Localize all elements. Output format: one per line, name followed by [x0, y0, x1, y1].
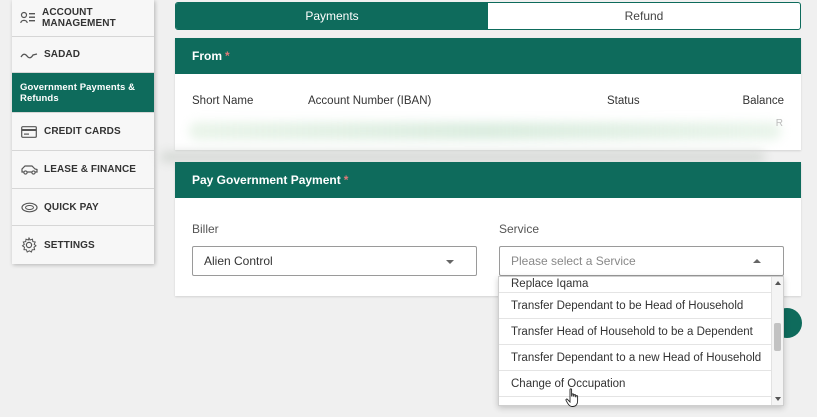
tab-refund[interactable]: Refund	[488, 3, 800, 29]
service-label: Service	[499, 222, 540, 236]
dropdown-scrollbar[interactable]	[771, 277, 783, 405]
credit-card-icon	[20, 125, 38, 139]
payment-type-tabs: Payments Refund	[175, 2, 801, 30]
from-title: From	[192, 49, 222, 63]
account-management-icon	[20, 11, 36, 25]
sidebar-item-credit-cards[interactable]: CREDIT CARDS	[12, 113, 154, 151]
blurred-balance-suffix: R	[775, 118, 783, 129]
sidebar-item-lease-finance[interactable]: LEASE & FINANCE	[12, 151, 154, 189]
sidebar-item-sadad[interactable]: SADAD	[12, 37, 154, 73]
column-balance: Balance	[742, 95, 784, 107]
from-panel-header: From *	[175, 38, 801, 74]
sidebar-item-label: LEASE & FINANCE	[44, 164, 137, 175]
pay-panel-header: Pay Government Payment *	[175, 162, 801, 198]
hand-pointer-cursor-icon	[565, 388, 579, 407]
column-short-name: Short Name	[192, 95, 254, 107]
from-panel: From * Short Name Account Number (IBAN) S…	[175, 38, 801, 150]
required-mark: *	[225, 49, 230, 63]
service-option[interactable]: Replace Iqama	[499, 277, 783, 293]
blurred-overlay	[160, 152, 765, 162]
sidebar-item-label: QUICK PAY	[44, 201, 99, 213]
chevron-down-icon	[446, 260, 454, 264]
sidebar-item-quick-pay[interactable]: QUICK PAY	[12, 189, 154, 226]
sidebar-item-label: SADAD	[44, 49, 81, 60]
service-option[interactable]: Transfer Head of Household to be a Depen…	[499, 319, 783, 345]
biller-selected-value: Alien Control	[204, 254, 273, 268]
column-account-number: Account Number (IBAN)	[308, 95, 432, 107]
sidebar-item-label: ACCOUNT MANAGEMENT	[42, 7, 116, 29]
service-select[interactable]: Please select a Service	[499, 246, 784, 276]
scroll-up-arrow-icon[interactable]	[775, 281, 781, 285]
pay-title: Pay Government Payment	[192, 173, 341, 187]
column-status: Status	[607, 95, 640, 107]
service-option[interactable]: Change of Occupation	[499, 371, 783, 397]
biller-select[interactable]: Alien Control	[192, 246, 477, 276]
sidebar: ACCOUNT MANAGEMENT SADAD Government Paym…	[12, 0, 154, 264]
accounts-table-header: Short Name Account Number (IBAN) Status …	[175, 74, 801, 124]
service-placeholder: Please select a Service	[511, 254, 636, 268]
scroll-down-arrow-icon[interactable]	[775, 397, 781, 401]
sidebar-item-label: CREDIT CARDS	[44, 126, 121, 137]
sidebar-item-government-payments[interactable]: Government Payments & Refunds	[12, 73, 154, 113]
sidebar-item-label: SETTINGS	[44, 239, 95, 251]
sidebar-item-label: Government Payments & Refunds	[20, 81, 136, 104]
service-option[interactable]: Transfer Dependant to be Head of Househo…	[499, 293, 783, 319]
required-mark: *	[343, 173, 349, 187]
chevron-up-icon	[753, 259, 761, 263]
sadad-logo-icon	[20, 48, 38, 62]
sidebar-item-account-management[interactable]: ACCOUNT MANAGEMENT	[12, 0, 154, 37]
scroll-thumb[interactable]	[774, 323, 781, 351]
gear-icon	[20, 237, 38, 253]
tab-payments[interactable]: Payments	[176, 3, 488, 29]
car-icon	[20, 163, 38, 177]
blurred-account-row[interactable]	[189, 122, 781, 140]
service-options-list: Replace Iqama Transfer Dependant to be H…	[498, 276, 784, 406]
quick-pay-icon	[20, 200, 38, 214]
biller-label: Biller	[192, 222, 219, 236]
service-option[interactable]: Transfer Dependant to a new Head of Hous…	[499, 345, 783, 371]
sidebar-item-settings[interactable]: SETTINGS	[12, 226, 154, 264]
